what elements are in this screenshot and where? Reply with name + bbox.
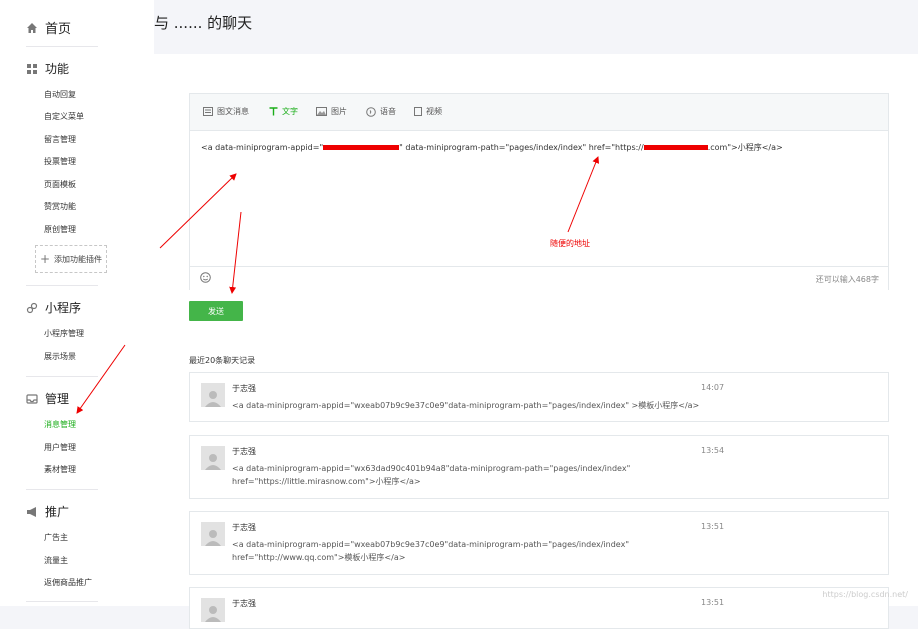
message-time: 13:54 <box>701 446 725 455</box>
message-item: 于志强 13:54 <a data-miniprogram-appid="wx6… <box>189 435 889 499</box>
content-prefix: <a data-miniprogram-appid=" <box>201 143 324 152</box>
inbox-icon <box>26 393 38 404</box>
message-editor: 图文消息 文字 图片 语音 视频 <a data-miniprogram-app… <box>189 93 889 290</box>
nav-home-label: 首页 <box>45 22 72 37</box>
sidebar-item-comments[interactable]: 留言管理 <box>44 134 76 145</box>
sidebar-item-templates[interactable]: 页面模板 <box>44 179 76 190</box>
divider <box>26 489 98 490</box>
sidebar-item-original[interactable]: 原创管理 <box>44 224 76 235</box>
message-sender: 于志强 <box>232 523 256 532</box>
tab-video[interactable]: 视频 <box>414 106 442 117</box>
emoji-icon[interactable] <box>200 272 211 283</box>
section-promote: 推广 <box>26 503 69 520</box>
page-title: 与 ...... 的聊天 <box>154 14 253 32</box>
voice-icon <box>366 106 376 117</box>
avatar <box>201 598 225 622</box>
tab-image-label: 图片 <box>331 107 347 116</box>
sidebar-item-rewards[interactable]: 赞赏功能 <box>44 201 76 212</box>
divider <box>26 601 98 602</box>
sidebar-item-commission[interactable]: 返佣商品推广 <box>44 577 92 588</box>
sidebar-item-display-scene[interactable]: 展示场景 <box>44 351 76 362</box>
grid-icon <box>27 63 37 74</box>
divider <box>26 376 98 377</box>
tab-news-label: 图文消息 <box>217 107 249 116</box>
user-icon <box>205 530 221 546</box>
avatar <box>201 446 225 470</box>
news-icon <box>203 107 213 116</box>
content-middle: " data-miniprogram-path="pages/index/ind… <box>399 143 644 152</box>
user-icon <box>205 454 221 470</box>
sidebar-item-custom-menu[interactable]: 自定义菜单 <box>44 111 84 122</box>
link-icon <box>26 302 38 313</box>
section-miniprogram-label: 小程序 <box>45 301 82 315</box>
text-icon <box>269 107 278 116</box>
redacted-appid <box>323 145 400 150</box>
home-icon <box>27 22 37 33</box>
section-features-label: 功能 <box>45 62 70 76</box>
section-manage: 管理 <box>26 390 69 407</box>
tab-text-label: 文字 <box>282 107 298 116</box>
annotation-note: 随便的地址 <box>550 239 590 248</box>
editor-text-area[interactable]: <a data-miniprogram-appid=" " data-minipr… <box>201 142 783 153</box>
sidebar: 首页 功能 自动回复 自定义菜单 留言管理 投票管理 页面模板 赞赏功能 原创管… <box>0 0 154 606</box>
sidebar-item-users[interactable]: 用户管理 <box>44 442 76 453</box>
sidebar-item-auto-reply[interactable]: 自动回复 <box>44 89 76 100</box>
message-item: 于志强 13:51 <a data-miniprogram-appid="wxe… <box>189 511 889 575</box>
sidebar-item-messages[interactable]: 消息管理 <box>44 419 76 430</box>
user-icon <box>205 606 221 622</box>
sidebar-item-publisher[interactable]: 流量主 <box>44 555 68 566</box>
tab-voice[interactable]: 语音 <box>366 106 396 117</box>
megaphone-icon <box>27 506 36 517</box>
plus-icon: + <box>39 252 51 266</box>
avatar <box>201 522 225 546</box>
section-promote-label: 推广 <box>45 505 70 519</box>
message-time: 14:07 <box>701 383 725 392</box>
divider <box>26 285 98 286</box>
nav-home[interactable]: 首页 <box>26 18 71 37</box>
message-item: 于志强 14:07 <a data-miniprogram-appid="wxe… <box>189 372 889 422</box>
avatar <box>201 383 225 407</box>
message-sender: 于志强 <box>232 599 256 608</box>
divider <box>26 46 98 47</box>
user-icon <box>205 391 221 407</box>
header-area <box>154 0 918 54</box>
sidebar-item-miniprogram-manage[interactable]: 小程序管理 <box>44 328 84 339</box>
message-time: 13:51 <box>701 522 725 531</box>
editor-toolbar: 图文消息 文字 图片 语音 视频 <box>190 94 888 131</box>
redacted-url <box>643 145 708 150</box>
tab-image[interactable]: 图片 <box>316 106 347 117</box>
sidebar-item-advertiser[interactable]: 广告主 <box>44 532 68 543</box>
char-remaining: 还可以输入468字 <box>815 275 879 284</box>
tab-news[interactable]: 图文消息 <box>203 106 249 117</box>
content-suffix: .com">小程序</a> <box>707 143 783 152</box>
image-icon <box>316 107 327 116</box>
message-text: <a data-miniprogram-appid="wx63dad90c401… <box>232 464 631 486</box>
tab-text[interactable]: 文字 <box>269 106 298 117</box>
add-plugin-button[interactable]: + 添加功能插件 <box>35 245 107 273</box>
video-icon <box>414 107 422 116</box>
send-button[interactable]: 发送 <box>189 301 243 321</box>
section-manage-label: 管理 <box>45 392 70 406</box>
sidebar-item-materials[interactable]: 素材管理 <box>44 464 76 475</box>
watermark: https://blog.csdn.net/ <box>822 590 908 599</box>
tab-video-label: 视频 <box>426 107 442 116</box>
message-item: 于志强 13:51 <box>189 587 889 629</box>
message-text: <a data-miniprogram-appid="wxeab07b9c9e3… <box>232 401 700 410</box>
message-text: <a data-miniprogram-appid="wxeab07b9c9e3… <box>232 540 630 562</box>
section-miniprogram: 小程序 <box>26 299 81 316</box>
sidebar-item-votes[interactable]: 投票管理 <box>44 156 76 167</box>
message-sender: 于志强 <box>232 384 256 393</box>
message-sender: 于志强 <box>232 447 256 456</box>
tab-voice-label: 语音 <box>380 107 396 116</box>
add-plugin-label: 添加功能插件 <box>54 254 103 264</box>
editor-footer: 还可以输入468字 <box>190 266 888 290</box>
history-title: 最近20条聊天记录 <box>189 356 256 365</box>
section-features: 功能 <box>26 60 69 77</box>
